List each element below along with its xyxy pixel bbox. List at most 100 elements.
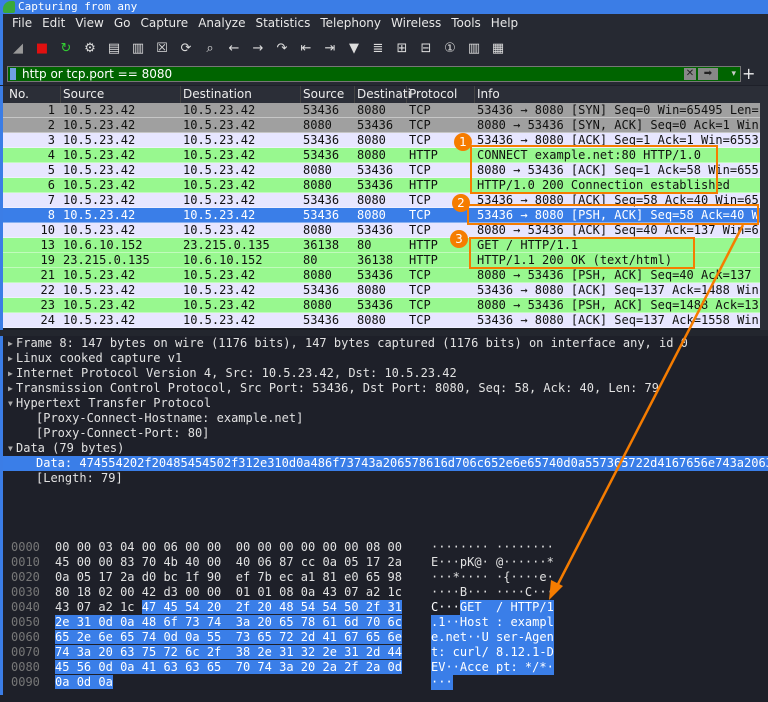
column-header-2[interactable]: Destination (181, 86, 301, 103)
hex-byte[interactable]: 4b (163, 555, 177, 569)
hex-byte[interactable]: 70 (365, 615, 381, 629)
hex-byte[interactable]: 42 (142, 585, 156, 599)
hex-byte[interactable]: 20 (257, 600, 272, 614)
find-icon[interactable]: ⌕ (201, 39, 219, 57)
hex-byte[interactable]: 1c (120, 600, 134, 614)
hex-byte[interactable]: 45 (55, 555, 69, 569)
hex-byte[interactable]: 00 (388, 540, 402, 554)
hex-byte[interactable]: 20 (98, 645, 113, 659)
packet-row[interactable]: 1 10.5.23.42 10.5.23.42 53436 8080 TCP 53436 →… (3, 103, 760, 118)
hex-byte[interactable]: 2a (365, 660, 381, 674)
hex-byte[interactable]: 72 (279, 630, 294, 644)
hex-byte[interactable]: 74 (206, 615, 222, 629)
hex-byte[interactable]: 2f (206, 645, 222, 659)
hex-byte[interactable]: 20 (300, 660, 316, 674)
normal-size-icon[interactable]: ① (441, 39, 459, 57)
hex-byte[interactable]: 63 (120, 645, 135, 659)
shark-fin-start-icon[interactable]: ◢ (9, 39, 27, 57)
clear-filter-icon[interactable]: ✕ (684, 68, 696, 80)
hex-byte[interactable]: 06 (257, 555, 271, 569)
hex-byte[interactable]: 18 (77, 585, 91, 599)
hex-bytes[interactable]: 45 56 0d 0a 41 63 63 65 70 74 3a 20 2a 2… (55, 660, 402, 675)
hex-byte[interactable]: 0a (120, 660, 135, 674)
display-filter-input[interactable]: http or tcp.port == 8080 ✕ ➡ ▾ (7, 66, 741, 82)
autoscroll-icon[interactable]: ▼ (345, 39, 363, 57)
hex-byte[interactable]: 44 (387, 645, 402, 659)
hex-byte[interactable]: 73 (185, 615, 200, 629)
hex-byte[interactable]: 50 (344, 600, 359, 614)
hex-byte[interactable]: 70 (235, 660, 251, 674)
hex-byte[interactable]: 00 (55, 540, 69, 554)
detail-row[interactable]: ▼ Hypertext Transfer Protocol (3, 396, 768, 411)
hex-bytes[interactable]: 0a 0d 0a (55, 675, 113, 690)
hex-byte[interactable]: 55 (206, 630, 222, 644)
packet-list-scrollbar[interactable] (760, 86, 768, 330)
hex-byte[interactable]: 31 (279, 645, 294, 659)
hex-bytes[interactable]: 45 00 00 83 70 4b 40 00 40 06 87 cc 0a 0… (55, 555, 402, 570)
hex-byte[interactable]: e0 (344, 570, 358, 584)
hex-byte[interactable]: 0d (163, 630, 178, 644)
bookmark-icon[interactable] (10, 68, 16, 80)
hex-byte[interactable]: 6c (387, 615, 402, 629)
hex-byte[interactable]: 75 (141, 645, 157, 659)
hex-byte[interactable]: 31 (387, 600, 402, 614)
restart-icon[interactable]: ↻ (57, 39, 75, 57)
menu-help[interactable]: Help (486, 14, 523, 33)
detail-row[interactable]: [Proxy-Connect-Hostname: example.net] (3, 411, 768, 426)
hex-byte[interactable]: 0a (322, 555, 336, 569)
hex-byte[interactable]: 0a (55, 570, 69, 584)
hex-byte[interactable]: 40 (236, 555, 250, 569)
add-filter-button[interactable]: + (742, 63, 755, 85)
hex-byte[interactable]: 20 (206, 600, 222, 614)
hex-byte[interactable]: 65 (55, 630, 70, 644)
hex-byte[interactable]: 41 (322, 630, 337, 644)
menu-view[interactable]: View (70, 14, 108, 33)
hex-byte[interactable]: 04 (120, 540, 134, 554)
packet-row[interactable]: 8 10.5.23.42 10.5.23.42 53436 8080 TCP 53436 →… (3, 208, 760, 223)
column-header-6[interactable]: Info (475, 86, 760, 103)
hex-ascii[interactable]: .1··Host : exampl (431, 615, 554, 630)
detail-row[interactable]: Data: 474554202f20485454502f312e310d0a48… (3, 456, 768, 471)
hex-byte[interactable]: 2e (257, 645, 272, 659)
hex-byte[interactable]: 78 (300, 615, 316, 629)
detail-row[interactable]: ▶ Internet Protocol Version 4, Src: 10.5.… (3, 366, 768, 381)
forward-icon[interactable]: → (249, 39, 267, 57)
hex-byte[interactable]: 32 (300, 645, 316, 659)
hex-byte[interactable]: 6e (387, 630, 402, 644)
hex-byte[interactable]: 1f (185, 570, 199, 584)
hex-byte[interactable]: 83 (120, 555, 134, 569)
hex-byte[interactable]: 61 (322, 615, 337, 629)
packet-row[interactable]: 5 10.5.23.42 10.5.23.42 8080 53436 TCP 8080 → … (3, 163, 760, 178)
hex-byte[interactable]: ef (236, 570, 250, 584)
first-packet-icon[interactable]: ⇤ (297, 39, 315, 57)
hex-ascii[interactable]: ··· (431, 675, 453, 690)
hex-byte[interactable]: 00 (301, 540, 315, 554)
stop-icon[interactable]: ■ (33, 39, 51, 57)
collapsed-arrow-icon[interactable]: ▶ (8, 366, 13, 381)
colorize-icon[interactable]: ≣ (369, 39, 387, 57)
hex-byte[interactable]: a1 (301, 570, 315, 584)
hex-byte[interactable]: 3a (235, 615, 251, 629)
packet-row[interactable]: 23 10.5.23.42 10.5.23.42 8080 53436 TCP 8080 →… (3, 298, 760, 313)
packet-row[interactable]: 2 10.5.23.42 10.5.23.42 8080 53436 TCP 8080 → … (3, 118, 760, 133)
menu-statistics[interactable]: Statistics (250, 14, 315, 33)
hex-byte[interactable]: 90 (207, 570, 221, 584)
hex-byte[interactable]: 00 (77, 540, 91, 554)
hex-byte[interactable]: 6f (163, 615, 178, 629)
packet-row[interactable]: 22 10.5.23.42 10.5.23.42 53436 8080 TCP 53436 … (3, 283, 760, 298)
hex-byte[interactable]: 00 (207, 540, 221, 554)
hex-ascii[interactable]: ········ ········ (431, 540, 554, 555)
options-gear-icon[interactable]: ⚙ (81, 39, 99, 57)
hex-byte[interactable]: 0a (55, 675, 70, 689)
hex-ascii[interactable]: ····B··· ····C··· (431, 585, 554, 600)
hex-byte[interactable]: 54 (300, 600, 316, 614)
last-packet-icon[interactable]: ⇥ (321, 39, 339, 57)
hex-byte[interactable]: 43 (322, 585, 336, 599)
hex-byte[interactable]: 87 (279, 555, 293, 569)
chevron-down-icon[interactable]: ▾ (731, 67, 736, 81)
close-file-icon[interactable]: ☒ (153, 39, 171, 57)
hex-byte[interactable]: 08 (279, 585, 293, 599)
hex-byte[interactable]: 63 (163, 660, 178, 674)
menu-go[interactable]: Go (109, 14, 136, 33)
hex-byte[interactable]: 0a (185, 630, 200, 644)
